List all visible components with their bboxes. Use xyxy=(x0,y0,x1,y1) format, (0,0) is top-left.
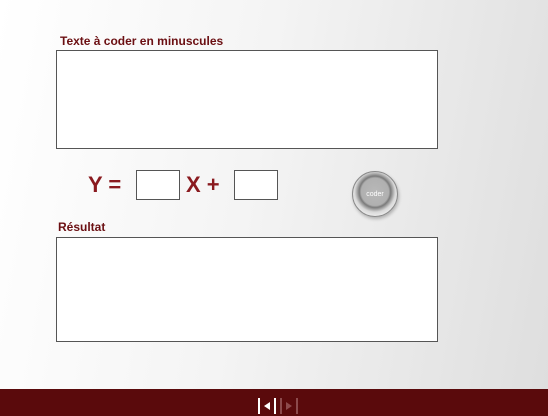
x-plus-label: X + xyxy=(186,172,220,197)
coefficient-a-input[interactable] xyxy=(136,170,180,200)
y-equals-label: Y = xyxy=(88,172,122,197)
result-output[interactable] xyxy=(56,237,438,342)
input-label: Texte à coder en minuscules xyxy=(60,34,224,48)
next-page-button[interactable] xyxy=(280,398,298,414)
coder-button-label: coder xyxy=(366,190,384,198)
coder-button[interactable]: coder xyxy=(352,171,398,217)
result-label: Résultat xyxy=(58,220,106,234)
triangle-right-bracket-icon xyxy=(286,402,292,410)
triangle-left-bracket-icon xyxy=(264,402,270,410)
plaintext-input[interactable] xyxy=(56,50,438,149)
previous-page-button[interactable] xyxy=(258,398,276,414)
coefficient-b-input[interactable] xyxy=(234,170,278,200)
